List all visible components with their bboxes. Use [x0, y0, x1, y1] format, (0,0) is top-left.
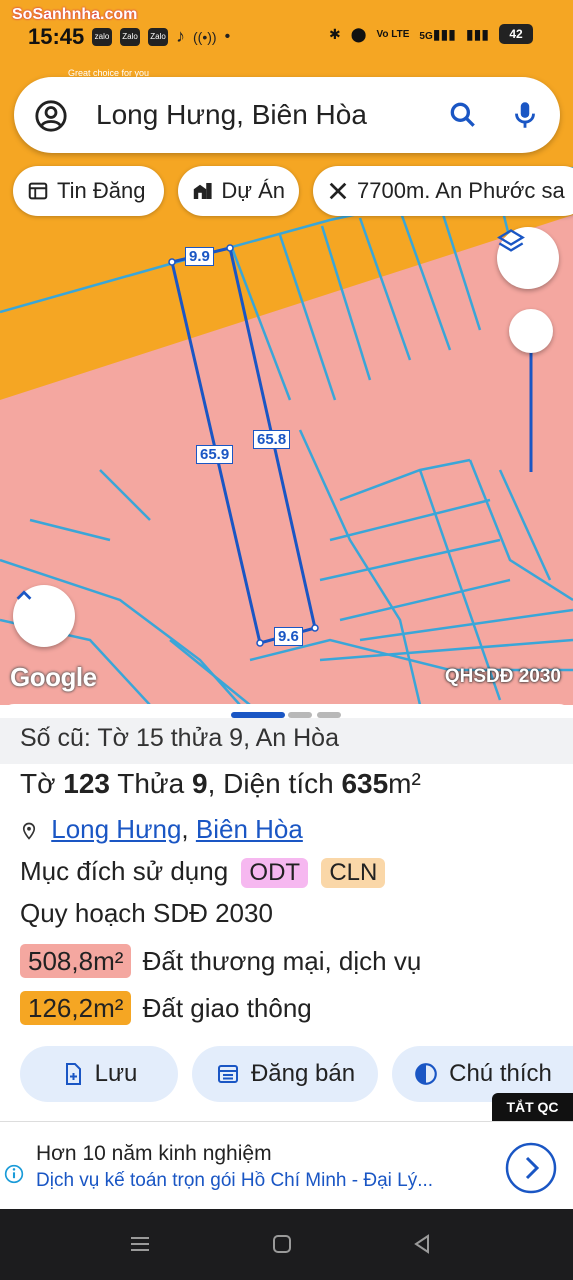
save-button[interactable]: Lưu: [20, 1046, 178, 1102]
ad-subtitle[interactable]: Dịch vụ kế toán trọn gói Hồ Chí Minh - Đ…: [36, 1170, 433, 1192]
area-value: 635: [341, 768, 389, 799]
layers-icon: [497, 229, 525, 252]
battery-icon: 42: [499, 24, 533, 44]
parcel-vertex: [311, 624, 319, 632]
save-label: Lưu: [94, 1060, 138, 1087]
parcel-vertex: [226, 244, 234, 252]
plan-label: Quy hoạch SDĐ 2030: [20, 898, 273, 928]
calendar-list-icon: [217, 1065, 238, 1083]
post-sale-button[interactable]: Đăng bán: [192, 1046, 378, 1102]
location-row: Long Hưng, Biên Hòa: [20, 814, 303, 845]
plot-number-label: Thửa: [117, 768, 185, 799]
google-attribution: Google: [10, 662, 97, 692]
parcel-vertex: [256, 639, 264, 647]
search-input[interactable]: Long Hưng, Biên Hòa: [96, 99, 367, 131]
signal-icon: ▮▮▮: [465, 25, 489, 42]
area-unit: m²: [388, 768, 421, 799]
sheet-number-label: Tờ: [20, 768, 56, 799]
layers-button[interactable]: [497, 227, 559, 289]
search-bar[interactable]: Long Hưng, Biên Hòa: [14, 77, 560, 153]
location-separator: ,: [181, 814, 189, 844]
system-navigation-bar: [0, 1209, 573, 1280]
tiktok-icon: ♪: [176, 26, 185, 46]
search-icon[interactable]: [447, 99, 479, 131]
home-icon[interactable]: [270, 1231, 294, 1257]
parcel-vertex: [168, 258, 176, 266]
dimension-bottom: 9.6: [274, 627, 303, 646]
plan-item-label: Đất thương mại, dịch vụ: [142, 946, 422, 976]
dimension-right: 65.8: [253, 430, 291, 449]
area-label: Diện tích: [223, 768, 334, 799]
legend-label: Chú thích: [449, 1060, 552, 1087]
ad-title[interactable]: Hơn 10 năm kinh nghiệm: [36, 1142, 272, 1166]
close-ad-button[interactable]: TẮT QC: [492, 1093, 573, 1121]
chip-listings[interactable]: Tin Đăng: [13, 166, 164, 216]
plan-item: 126,2m² Đất giao thông: [20, 991, 312, 1025]
purpose-row: Mục đích sử dụng ODT CLN: [20, 856, 386, 888]
plot-number-value: 9: [192, 768, 208, 799]
sheet-number-value: 123: [63, 768, 110, 799]
location-icon: ⬤: [350, 25, 367, 42]
microphone-icon[interactable]: [508, 97, 542, 133]
info-icon[interactable]: [4, 1164, 24, 1184]
back-icon[interactable]: [410, 1231, 434, 1257]
plan-area-badge: 508,8m²: [20, 944, 132, 978]
ruler-icon: [329, 182, 347, 200]
plan-area-badge: 126,2m²: [20, 991, 132, 1025]
chip-label: 7700m. An Phước sa: [357, 178, 565, 203]
ad-go-button[interactable]: [505, 1142, 557, 1194]
ward-link[interactable]: Long Hưng: [51, 814, 181, 844]
building-icon: [193, 182, 212, 200]
purpose-label: Mục đích sử dụng: [20, 856, 229, 886]
chip-projects[interactable]: Dự Án: [178, 166, 299, 216]
volte-label: Vo LTE: [376, 28, 410, 40]
chip-label: Dự Án: [221, 178, 285, 203]
ad-banner[interactable]: Hơn 10 năm kinh nghiệm Dịch vụ kế toán t…: [0, 1121, 573, 1209]
zalo-icon: Zalo: [120, 27, 140, 46]
network-type: 5G: [419, 30, 433, 42]
system-icons: ✱ ⬤ Vo LTE 5G▮▮▮ ▮▮▮ 42: [329, 24, 533, 44]
zalo-icon: Zalo: [148, 27, 168, 46]
dimension-top: 9.9: [185, 247, 214, 266]
zalo-icon: zalo: [92, 27, 112, 46]
listing-icon: [28, 182, 48, 200]
add-file-icon: [65, 1063, 81, 1085]
wifi-calling-icon: ((•)): [193, 28, 217, 45]
status-bar: SoSanhnha.com Great choice for you 15:45…: [0, 0, 573, 78]
status-time: 15:45: [28, 24, 85, 49]
notification-icons: zalo Zalo Zalo ♪ ((•)) •: [92, 26, 230, 47]
parcel-summary: Tờ 123 Thửa 9, Diện tích 635m²: [20, 768, 421, 799]
contrast-icon: [415, 1063, 437, 1085]
menu-icon[interactable]: [128, 1231, 152, 1257]
dimension-left: 65.9: [196, 445, 234, 464]
purpose-tag-cln[interactable]: CLN: [321, 858, 386, 888]
signal-5g-icon: 5G▮▮▮: [419, 25, 456, 42]
purpose-tag-odt[interactable]: ODT: [241, 858, 309, 888]
opacity-slider-handle[interactable]: [509, 309, 553, 353]
old-parcel-info: Số cũ: Tờ 15 thửa 9, An Hòa: [0, 718, 573, 764]
chip-label: Tin Đăng: [57, 178, 146, 203]
chip-distance[interactable]: 7700m. An Phước sa: [313, 166, 573, 216]
watermark-logo: SoSanhnha.com: [12, 6, 138, 23]
bluetooth-icon: ✱: [329, 25, 341, 42]
account-icon[interactable]: [34, 99, 68, 133]
parcel-info-sheet[interactable]: Số cũ: Tờ 15 thửa 9, An Hòa Tờ 123 Thửa …: [0, 704, 573, 1122]
map-layer-label: QHSDĐ 2030: [444, 666, 561, 687]
map-pin-icon: [22, 822, 36, 840]
expand-up-button[interactable]: [13, 585, 75, 647]
city-link[interactable]: Biên Hòa: [196, 814, 303, 844]
chevron-up-icon: [16, 590, 32, 600]
plan-item-label: Đất giao thông: [142, 993, 312, 1023]
post-sale-label: Đăng bán: [250, 1060, 356, 1087]
plan-item: 508,8m² Đất thương mại, dịch vụ: [20, 944, 421, 978]
dot-icon: •: [224, 27, 231, 45]
